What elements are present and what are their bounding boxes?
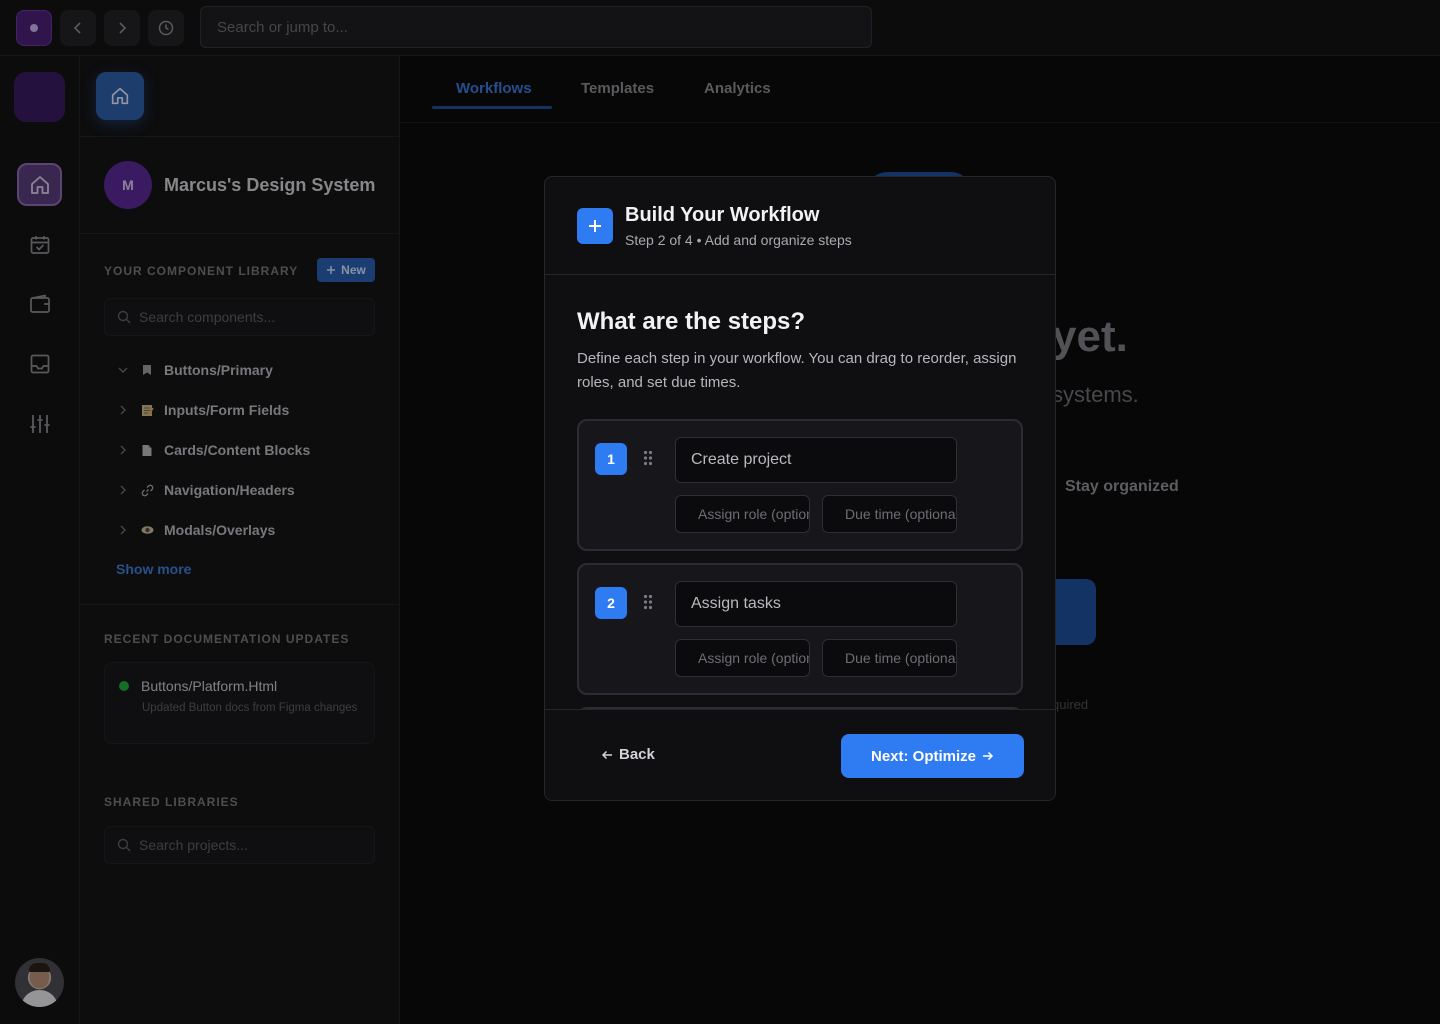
step-number-badge: 2: [595, 587, 627, 619]
assign-role-input[interactable]: Assign role (optional): [675, 495, 810, 533]
modal-description: Define each step in your workflow. You c…: [577, 350, 1017, 391]
back-button-label: Back: [619, 746, 655, 763]
next-button-label: Next: Optimize: [870, 747, 976, 765]
due-time-placeholder: Due time (optional): [845, 650, 957, 666]
step-number-badge: 1: [595, 443, 627, 475]
modal-question: What are the steps?: [577, 308, 806, 335]
modal-footer: Back Next: Optimize: [545, 709, 1055, 800]
modal-title: Build Your Workflow: [625, 204, 820, 226]
arrow-right-icon: [983, 751, 994, 761]
drag-handle-icon[interactable]: [643, 594, 653, 610]
step-name-input[interactable]: Create project: [675, 437, 957, 483]
next-button[interactable]: Next: Optimize: [841, 734, 1024, 778]
workflow-builder-modal: Build Your Workflow Step 2 of 4 • Add an…: [544, 176, 1056, 801]
step-name-input[interactable]: Assign tasks: [675, 581, 957, 627]
step-card: 1 Create project Assign role (optional) …: [577, 419, 1023, 551]
assign-role-placeholder: Assign role (optional): [698, 506, 809, 522]
arrow-left-icon: [601, 750, 612, 759]
assign-role-placeholder: Assign role (optional): [698, 650, 809, 666]
back-button[interactable]: Back: [601, 746, 655, 763]
due-time-placeholder: Due time (optional): [845, 506, 957, 522]
step-card: 2 Assign tasks Assign role (optional) Du…: [577, 563, 1023, 695]
drag-handle-icon[interactable]: [643, 450, 653, 466]
plus-icon: [577, 208, 613, 244]
assign-role-input[interactable]: Assign role (optional): [675, 639, 810, 677]
due-time-input[interactable]: Due time (optional): [822, 639, 957, 677]
due-time-input[interactable]: Due time (optional): [822, 495, 957, 533]
steps-list[interactable]: 1 Create project Assign role (optional) …: [577, 419, 1025, 709]
modal-subtitle: Step 2 of 4 • Add and organize steps: [625, 232, 852, 248]
modal-header: Build Your Workflow Step 2 of 4 • Add an…: [545, 177, 1055, 275]
